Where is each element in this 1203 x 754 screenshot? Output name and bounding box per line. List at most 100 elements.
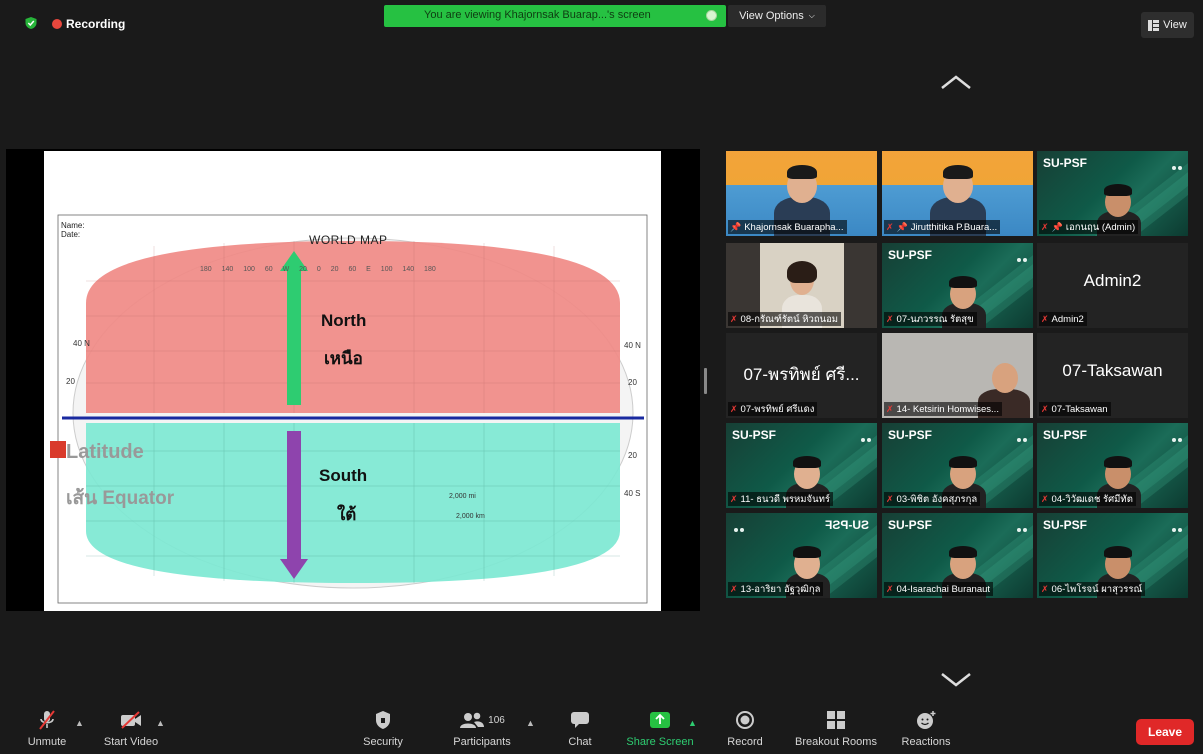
- chevron-down-icon: ⌵: [808, 11, 815, 20]
- viewing-banner-text: You are viewing Khajornsak Buarap...'s s…: [424, 9, 651, 21]
- participant-tile[interactable]: SU-PSF ✗ 06-ไพโรจน์ ผาสุวรรณ์: [1037, 513, 1188, 598]
- security-icon: [376, 711, 390, 729]
- security-shield-icon: [25, 17, 37, 29]
- date-field-label: Date:: [61, 230, 81, 239]
- name-field-label: Name:: [61, 221, 85, 230]
- participant-name-label: ✗ 04-Isarachai Buranaut: [884, 582, 994, 596]
- participant-name-label: ✗ 06-ไพโรจน์ ผาสุวรรณ์: [1039, 582, 1146, 596]
- breakout-rooms-icon: [827, 711, 845, 729]
- microphone-muted-icon: ✗: [730, 583, 738, 594]
- participant-name-label: 📌 Khajornsak Buarapha...: [728, 220, 847, 234]
- participant-name-label: ✗ 07-Taksawan: [1039, 402, 1111, 416]
- participant-name-label: ✗ 07-นภวรรณ รัตสุข: [884, 312, 977, 326]
- participant-tile[interactable]: SU-PSF ✗ 04-วิวัฒเดช รัศมีทัต: [1037, 423, 1188, 508]
- participant-name-label: ✗ 04-วิวัฒเดช รัศมีทัต: [1039, 492, 1136, 506]
- shared-slide: Name: Date: WORLD MAP 180 140 100 60 W 2…: [44, 151, 661, 611]
- share-screen-label: Share Screen: [626, 736, 694, 748]
- record-icon: [736, 711, 754, 729]
- participant-display-name: 07-พรทิพย์ ศรี...: [743, 365, 860, 384]
- microphone-muted-icon: ✗: [730, 493, 738, 504]
- north-label-th: เหนือ: [324, 349, 363, 368]
- equator-word: เส้น Equator: [66, 488, 175, 509]
- recording-dot-icon: [52, 19, 62, 29]
- start-video-button[interactable]: Start Video: [98, 708, 164, 748]
- share-screen-button[interactable]: Share Screen: [622, 708, 698, 748]
- video-options-caret-icon[interactable]: ▲: [156, 718, 165, 728]
- security-label: Security: [363, 736, 403, 748]
- map-title: WORLD MAP: [309, 233, 388, 247]
- view-options-button[interactable]: View Options ⌵: [728, 5, 826, 27]
- breakout-rooms-label: Breakout Rooms: [795, 736, 877, 748]
- chat-button[interactable]: Chat: [558, 708, 602, 748]
- record-button[interactable]: Record: [720, 708, 770, 748]
- participant-tile[interactable]: 07-พรทิพย์ ศรี... ✗ 07-พรทิพย์ ศรีแดง: [726, 333, 877, 418]
- microphone-muted-icon: ✗: [886, 583, 894, 594]
- leave-button[interactable]: Leave: [1136, 719, 1194, 745]
- view-button[interactable]: View: [1141, 12, 1194, 38]
- banner-status-icon: [706, 10, 717, 21]
- south-label-en: South: [319, 466, 368, 485]
- grid-view-icon: [1148, 19, 1160, 31]
- participant-tile[interactable]: SU-PSF ✗ 04-Isarachai Buranaut: [882, 513, 1033, 598]
- north-label-en: North: [321, 311, 367, 330]
- participants-button[interactable]: 106 Participants: [444, 708, 520, 748]
- share-screen-caret-icon[interactable]: ▲: [688, 718, 697, 728]
- participant-tile[interactable]: ✗ 📌 Jirutthitika P.Buara...: [882, 151, 1033, 236]
- latitude-word: Latitude: [66, 441, 144, 463]
- participant-tile[interactable]: SU-PSF ✗ 07-นภวรรณ รัตสุข: [882, 243, 1033, 328]
- microphone-muted-icon: ✗: [1041, 403, 1049, 414]
- participant-display-name: 07-Taksawan: [1062, 361, 1163, 380]
- start-video-label: Start Video: [103, 736, 159, 748]
- audio-options-caret-icon[interactable]: ▲: [75, 718, 84, 728]
- participants-caret-icon[interactable]: ▲: [526, 718, 535, 728]
- participant-tile[interactable]: ✗ 08-กรัณฑ์รัตน์ หิวถนอม: [726, 243, 877, 328]
- participant-display-name: Admin2: [1083, 271, 1142, 290]
- latitude-red-mark: [50, 441, 66, 458]
- participant-tile[interactable]: ✗ 14- Ketsirin Homwises...: [882, 333, 1033, 418]
- participant-tile[interactable]: SU-PSF ✗ 📌 เอกนฤน (Admin): [1037, 151, 1188, 236]
- participants-icon: [460, 712, 485, 728]
- participants-count: 106: [488, 714, 505, 726]
- scale-km: 2,000 km: [456, 513, 485, 520]
- participants-label: Participants: [453, 736, 511, 748]
- world-map-figure: [57, 214, 648, 604]
- lat-label-20-left: 20: [66, 377, 75, 386]
- participant-name-label: ✗ 07-พรทิพย์ ศรีแดง: [728, 402, 818, 416]
- share-screen-icon: [650, 712, 670, 728]
- participant-tile[interactable]: 07-Taksawan ✗ 07-Taksawan: [1037, 333, 1188, 418]
- lat-label-40s-right: 40 S: [624, 489, 641, 498]
- participant-name-label: ✗ 08-กรัณฑ์รัตน์ หิวถนอม: [728, 312, 842, 326]
- participant-name-label: ✗ 14- Ketsirin Homwises...: [884, 402, 1002, 416]
- longitude-labels-top: 180 140 100 60 W 20 0 20 60 E 100 140 18…: [200, 266, 436, 273]
- microphone-muted-icon: ✗: [1041, 493, 1049, 504]
- participant-name-label: ✗ 📌 เอกนฤน (Admin): [1039, 220, 1139, 234]
- participant-tile[interactable]: 📌 Khajornsak Buarapha...: [726, 151, 877, 236]
- unmute-button[interactable]: Unmute: [22, 708, 72, 748]
- chat-icon: [571, 712, 589, 728]
- reactions-label: Reactions: [901, 736, 951, 748]
- pin-icon: 📌: [896, 221, 908, 232]
- participant-tile[interactable]: SU-PSF ✗ 13-อาริยา อัฐวุฒิกุล: [726, 513, 877, 598]
- participant-tile[interactable]: Admin2 ✗ Admin2: [1037, 243, 1188, 328]
- participant-tile[interactable]: SU-PSF ✗ 11- ธนวดี พรหมจันทร์: [726, 423, 877, 508]
- gallery-scroll-up-icon[interactable]: [940, 72, 972, 92]
- security-button[interactable]: Security: [358, 708, 408, 748]
- gallery-scroll-down-icon[interactable]: [940, 670, 972, 690]
- breakout-rooms-button[interactable]: Breakout Rooms: [790, 708, 882, 748]
- participant-name-label: ✗ 11- ธนวดี พรหมจันทร์: [728, 492, 833, 506]
- microphone-muted-icon: ✗: [886, 221, 894, 232]
- lat-label-20s-right: 20: [628, 451, 637, 460]
- microphone-muted-icon: ✗: [1041, 583, 1049, 594]
- microphone-muted-icon: ✗: [886, 403, 894, 414]
- record-label: Record: [727, 736, 763, 748]
- microphone-muted-icon: ✗: [1041, 313, 1049, 324]
- chat-label: Chat: [568, 736, 592, 748]
- video-camera-off-icon: [121, 711, 141, 729]
- lat-label-20-right: 20: [628, 378, 637, 387]
- participant-name-label: ✗ Admin2: [1039, 312, 1087, 326]
- reactions-button[interactable]: Reactions: [896, 708, 956, 748]
- microphone-muted-icon: ✗: [730, 403, 738, 414]
- split-resize-handle[interactable]: [704, 368, 707, 394]
- participant-tile[interactable]: SU-PSF ✗ 03-พิชิต อังคสุภรกุล: [882, 423, 1033, 508]
- pin-icon: 📌: [730, 221, 742, 232]
